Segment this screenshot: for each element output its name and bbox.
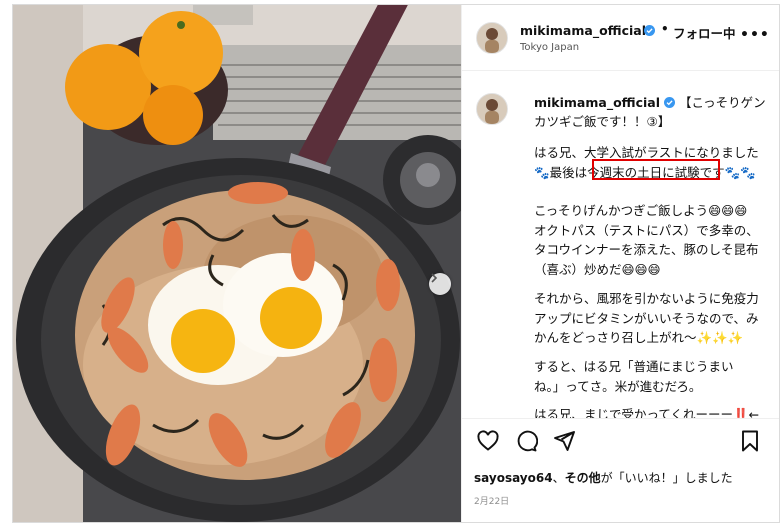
caption-headline-block: mikimama_official 【こっそりゲンカツギご飯です！！③】 <box>534 93 774 131</box>
header-username[interactable]: mikimama_official <box>520 23 646 38</box>
post-dialog: mikimama_official • フォロー中 Tokyo Japan ••… <box>12 4 780 523</box>
verified-badge-icon <box>664 97 676 108</box>
caption-avatar[interactable] <box>476 93 508 125</box>
paper-plane-icon[interactable] <box>552 429 576 453</box>
likes-others[interactable]: その他 <box>565 471 601 485</box>
likes-connector: 、 <box>552 471 565 485</box>
avatar-image <box>477 23 507 53</box>
more-options-button[interactable]: ••• <box>740 27 770 43</box>
caption-username[interactable]: mikimama_official <box>534 95 660 110</box>
caption-paragraph-5: はる兄、まじで受かってくれーーー‼️← <box>534 407 760 418</box>
avatar-image <box>477 94 507 124</box>
post-photo[interactable] <box>13 5 461 522</box>
post-header: mikimama_official • フォロー中 Tokyo Japan ••… <box>462 5 779 71</box>
likes-user[interactable]: sayosayo64 <box>474 471 553 485</box>
header-separator: • <box>661 22 669 36</box>
next-photo-button[interactable] <box>429 273 451 295</box>
food-photo-illustration <box>13 5 461 522</box>
location-link[interactable]: Tokyo Japan <box>520 42 579 53</box>
highlight-box <box>592 159 720 180</box>
avatar[interactable] <box>476 22 508 54</box>
likes-suffix: が「いいね！」しました <box>600 471 733 485</box>
bookmark-icon[interactable] <box>738 429 762 453</box>
caption-paragraph-3: それから、風邪を引かないように免疫力 アップにビタミンがいいそうなので、み かん… <box>534 291 759 345</box>
verified-badge-icon <box>644 25 655 36</box>
chevron-right-icon <box>431 273 438 283</box>
caption-paragraph-4: すると、はる兄「普通にまじうまい ね。」ってさ。米が進むだろ。 <box>534 359 734 394</box>
comment-icon[interactable] <box>514 429 538 453</box>
post-side-panel: mikimama_official • フォロー中 Tokyo Japan ••… <box>461 5 779 522</box>
heart-icon[interactable] <box>476 429 500 453</box>
caption-area: mikimama_official 【こっそりゲンカツギご飯です！！③】 はる兄… <box>462 71 779 418</box>
caption-paragraph-2: こっそりげんかつぎご飯しよう😄😄😄 オクトパス（テストにパス）で多幸の、 タコウ… <box>534 203 759 277</box>
likes-summary: sayosayo64、その他が「いいね！」しました <box>474 469 733 486</box>
post-actions: sayosayo64、その他が「いいね！」しました 2月22日 <box>462 418 779 522</box>
following-button[interactable]: フォロー中 <box>673 23 736 42</box>
post-date: 2月22日 <box>474 497 510 507</box>
